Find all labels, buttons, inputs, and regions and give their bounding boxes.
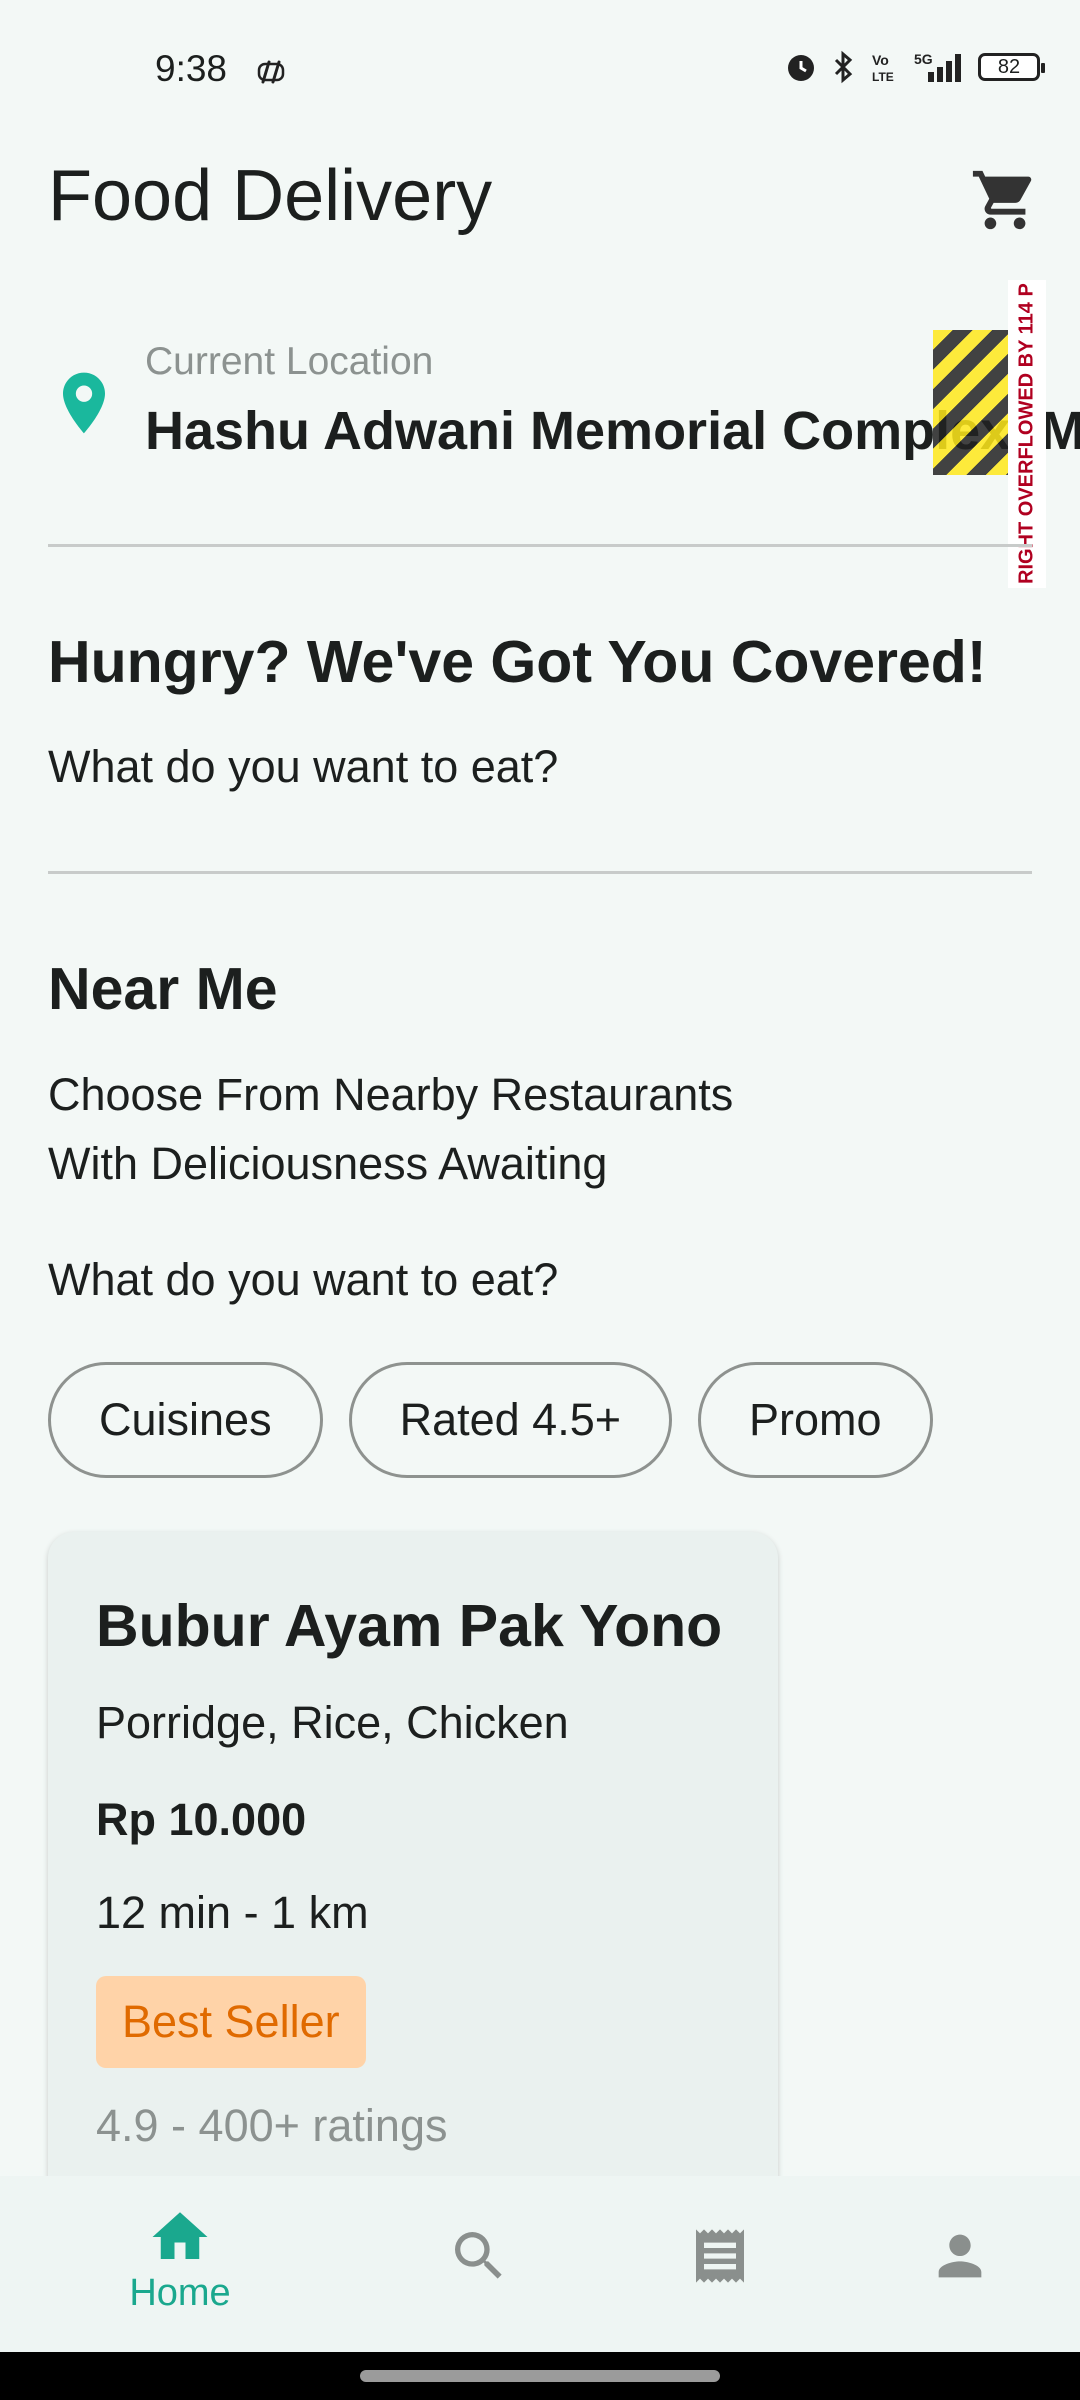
status-icons: Vo LTE 5G 82 xyxy=(784,50,1045,84)
restaurant-rating: 4.9 - 400+ ratings xyxy=(96,2100,448,2151)
page-title: Food Delivery xyxy=(48,156,493,236)
5g-signal-icon: 5G xyxy=(914,51,961,82)
hero-subtitle: What do you want to eat? xyxy=(48,741,559,792)
restaurant-card[interactable]: Bubur Ayam Pak Yono Porridge, Rice, Chic… xyxy=(48,1532,778,2252)
gesture-handle[interactable] xyxy=(360,2370,720,2382)
svg-text:5G: 5G xyxy=(914,51,933,67)
bottom-nav: Home xyxy=(0,2176,1080,2352)
overflow-indicator xyxy=(933,330,1008,475)
nav-home-label: Home xyxy=(129,2272,231,2314)
best-seller-badge: Best Seller xyxy=(96,1976,366,2068)
near-me-prompt: What do you want to eat? xyxy=(48,1254,559,1305)
cart-icon[interactable] xyxy=(970,165,1040,235)
near-me-description: Choose From Nearby Restaurants With Deli… xyxy=(48,1060,733,1198)
svg-text:LTE: LTE xyxy=(872,70,894,84)
svg-text:Vo: Vo xyxy=(872,52,889,68)
near-me-description-line2: With Deliciousness Awaiting xyxy=(48,1138,608,1189)
filter-chip-promo[interactable]: Promo xyxy=(698,1362,933,1478)
filter-chips: Cuisines Rated 4.5+ Promo xyxy=(48,1362,933,1478)
location-label: Current Location xyxy=(145,340,434,383)
volte-icon: Vo LTE xyxy=(872,52,894,84)
bluetooth-icon xyxy=(834,50,853,84)
restaurant-tags: Porridge, Rice, Chicken xyxy=(96,1697,569,1748)
nav-home[interactable]: Home xyxy=(45,2176,315,2352)
home-icon xyxy=(152,2212,208,2259)
nav-search[interactable] xyxy=(344,2176,614,2352)
near-me-description-line1: Choose From Nearby Restaurants xyxy=(48,1069,734,1120)
overflow-warning-text: RIGHT OVERFLOWED BY 114 P xyxy=(1008,280,1046,588)
profile-icon xyxy=(938,2234,982,2278)
nav-orders[interactable] xyxy=(585,2176,855,2352)
near-me-title: Near Me xyxy=(48,956,278,1022)
hero-title: Hungry? We've Got You Covered! xyxy=(48,629,987,695)
divider xyxy=(48,544,1032,547)
restaurant-name: Bubur Ayam Pak Yono xyxy=(96,1593,723,1659)
restaurant-price: Rp 10.000 xyxy=(96,1794,307,1845)
status-time: 9:38 xyxy=(155,48,228,89)
divider xyxy=(48,871,1032,874)
battery-icon: 82 xyxy=(978,53,1045,81)
filter-chip-cuisines[interactable]: Cuisines xyxy=(48,1362,323,1478)
restaurant-eta: 12 min - 1 km xyxy=(96,1887,369,1938)
battery-level: 82 xyxy=(997,55,1021,78)
location-pin-icon xyxy=(63,372,105,434)
search-icon xyxy=(455,2232,502,2279)
filter-chip-rated[interactable]: Rated 4.5+ xyxy=(348,1362,672,1478)
nav-profile[interactable] xyxy=(825,2176,1080,2352)
receipt-icon xyxy=(696,2229,744,2283)
alarm-icon xyxy=(788,55,814,81)
sync-icon xyxy=(257,60,285,84)
